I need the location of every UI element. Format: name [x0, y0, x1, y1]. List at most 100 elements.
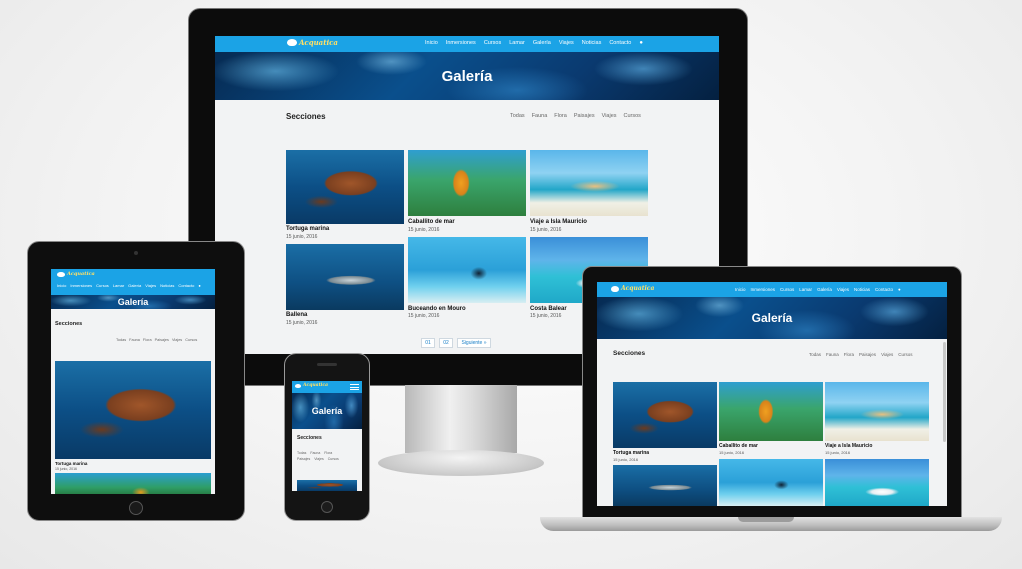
gallery-date: 15 junio, 2016: [286, 320, 318, 326]
gallery-title[interactable]: Viaje a Isla Mauricio: [825, 443, 872, 449]
gallery-image-tortuga[interactable]: [286, 150, 404, 224]
filter-fauna[interactable]: Fauna: [826, 352, 839, 357]
phone-hero-banner: Galería: [292, 393, 362, 429]
filter-todas[interactable]: Todas: [809, 352, 821, 357]
menu-item-inicio[interactable]: Inicio: [425, 40, 438, 46]
menu-item-noticias[interactable]: Noticias: [854, 287, 870, 292]
menu-item-galeria[interactable]: Galería: [533, 40, 551, 46]
site-logo[interactable]: Acquatica: [611, 285, 654, 292]
gallery-title[interactable]: Ballena: [286, 312, 307, 318]
gallery-image-caballito[interactable]: [408, 150, 526, 216]
gallery-title[interactable]: Tortuga marina: [286, 226, 329, 232]
gallery-image-tortuga[interactable]: [55, 361, 211, 459]
tablet-filters: Todas Fauna Flora Paisajes Viajes Cursos: [116, 338, 197, 342]
menu-item-inmersiones[interactable]: Inmersiones: [70, 283, 92, 288]
menu-item-contacto[interactable]: Contacto: [609, 40, 631, 46]
gallery-title[interactable]: Tortuga marina: [55, 461, 87, 466]
gallery-title[interactable]: Viaje a Isla Mauricio: [530, 219, 587, 225]
menu-item-lamar[interactable]: Lamar: [113, 283, 124, 288]
gallery-image-mauricio[interactable]: [825, 382, 929, 441]
filter-viajes[interactable]: Viajes: [602, 113, 617, 119]
laptop-hero-banner: Galería: [597, 297, 947, 339]
gallery-image-mauricio[interactable]: [530, 150, 648, 216]
menu-item-cursos[interactable]: Cursos: [484, 40, 501, 46]
site-logo[interactable]: Acquatica: [57, 271, 95, 277]
gallery-title[interactable]: Caballito de mar: [719, 443, 758, 449]
menu-item-lamar[interactable]: Lamar: [509, 40, 525, 46]
site-logo[interactable]: Acquatica: [295, 383, 328, 388]
gallery-image-tortuga[interactable]: [297, 480, 357, 491]
filter-cursos[interactable]: Cursos: [898, 352, 912, 357]
page-title: Galería: [441, 67, 493, 85]
gallery-date: 15 junio, 2016: [825, 450, 851, 455]
menu-item-viajes[interactable]: Viajes: [837, 287, 849, 292]
filter-fauna[interactable]: Fauna: [129, 338, 140, 342]
menu-item-noticias[interactable]: Noticias: [582, 40, 602, 46]
gallery-date: 15 junio, 2016: [408, 227, 440, 233]
menu-item-cursos[interactable]: Cursos: [96, 283, 109, 288]
menu-item-viajes[interactable]: Viajes: [145, 283, 156, 288]
menu-item-inmersiones[interactable]: Inmersiones: [446, 40, 476, 46]
page-01-link[interactable]: 01: [421, 338, 435, 348]
filter-paisajes[interactable]: Paisajes: [155, 338, 169, 342]
page-title: Galería: [311, 406, 343, 416]
menu-item-noticias[interactable]: Noticias: [160, 283, 174, 288]
filter-paisajes[interactable]: Paisajes: [297, 457, 310, 461]
filter-viajes[interactable]: Viajes: [172, 338, 182, 342]
next-page-link[interactable]: Siguiente »: [457, 338, 491, 348]
filter-viajes[interactable]: Viajes: [314, 457, 323, 461]
filter-viajes[interactable]: Viajes: [881, 352, 893, 357]
gallery-image-caballito[interactable]: [55, 473, 211, 494]
desktop-filters: Todas Fauna Flora Paisajes Viajes Cursos: [510, 113, 641, 119]
menu-item-lamar[interactable]: Lamar: [799, 287, 812, 292]
gallery-date: 15 junio, 2016: [286, 234, 318, 240]
user-icon[interactable]: ●: [639, 40, 643, 46]
page-title: Galería: [117, 297, 149, 307]
filter-todas[interactable]: Todas: [510, 113, 525, 119]
gallery-image-mouro[interactable]: [408, 237, 526, 303]
sections-title: Secciones: [55, 321, 83, 327]
user-icon[interactable]: ●: [898, 287, 901, 292]
scrollbar[interactable]: [943, 342, 946, 442]
gallery-title[interactable]: Buceando en Mouro: [408, 306, 466, 312]
pagination: 01 02 Siguiente »: [421, 338, 491, 348]
filter-flora[interactable]: Flora: [143, 338, 152, 342]
menu-item-inicio[interactable]: Inicio: [57, 283, 66, 288]
menu-item-galeria[interactable]: Galería: [128, 283, 141, 288]
filter-paisajes[interactable]: Paisajes: [574, 113, 595, 119]
menu-item-cursos[interactable]: Cursos: [780, 287, 794, 292]
menu-item-inmersiones[interactable]: Inmersiones: [751, 287, 776, 292]
gallery-image-tortuga[interactable]: [613, 382, 717, 448]
filter-paisajes[interactable]: Paisajes: [859, 352, 876, 357]
menu-item-galeria[interactable]: Galería: [817, 287, 832, 292]
filter-flora[interactable]: Flora: [844, 352, 854, 357]
gallery-image-balear[interactable]: [825, 459, 929, 506]
gallery-image-ballena[interactable]: [613, 465, 717, 506]
tablet-screen: Acquatica Inicio Inmersiones Cursos Lama…: [51, 269, 215, 494]
filter-flora[interactable]: Flora: [324, 451, 332, 455]
hamburger-menu-icon[interactable]: [350, 384, 359, 390]
menu-item-contacto[interactable]: Contacto: [178, 283, 194, 288]
filter-fauna[interactable]: Fauna: [532, 113, 548, 119]
filter-cursos[interactable]: Cursos: [328, 457, 339, 461]
gallery-image-caballito[interactable]: [719, 382, 823, 441]
filter-cursos[interactable]: Cursos: [185, 338, 197, 342]
menu-item-viajes[interactable]: Viajes: [559, 40, 574, 46]
gallery-image-ballena[interactable]: [286, 244, 404, 310]
filter-cursos[interactable]: Cursos: [624, 113, 641, 119]
menu-item-contacto[interactable]: Contacto: [875, 287, 893, 292]
user-icon[interactable]: ●: [198, 283, 200, 288]
sections-title: Secciones: [613, 350, 646, 357]
desktop-navbar: Acquatica Inicio Inmersiones Cursos Lama…: [215, 36, 719, 52]
filter-todas[interactable]: Todas: [116, 338, 126, 342]
menu-item-inicio[interactable]: Inicio: [735, 287, 746, 292]
gallery-title[interactable]: Tortuga marina: [613, 450, 649, 456]
page-02-link[interactable]: 02: [439, 338, 453, 348]
gallery-image-mouro[interactable]: [719, 459, 823, 506]
gallery-title[interactable]: Caballito de mar: [408, 219, 455, 225]
filter-todas[interactable]: Todas: [297, 451, 306, 455]
gallery-title[interactable]: Costa Balear: [530, 306, 567, 312]
site-logo[interactable]: Acquatica: [287, 38, 338, 47]
filter-flora[interactable]: Flora: [554, 113, 567, 119]
filter-fauna[interactable]: Fauna: [310, 451, 320, 455]
